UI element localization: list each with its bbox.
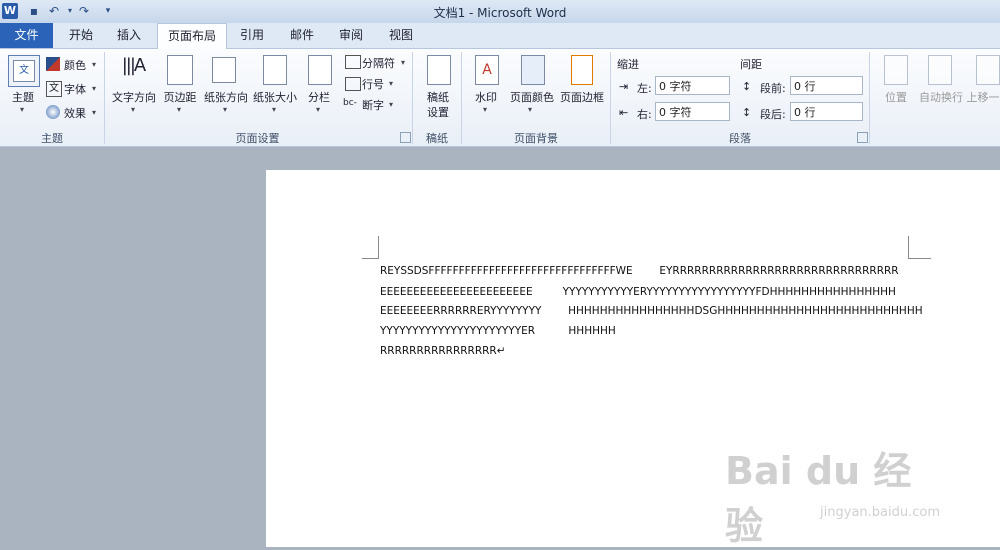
position-button[interactable]: 位置 bbox=[876, 89, 916, 105]
spacing-before-input[interactable]: 0 行 bbox=[790, 76, 863, 95]
colors-icon bbox=[46, 57, 60, 71]
indent-left-icon: ⇥ bbox=[619, 80, 629, 93]
wrap-text-button[interactable]: 自动换行 bbox=[915, 89, 967, 105]
indent-right-icon: ⇤ bbox=[619, 106, 629, 119]
tab-mailings[interactable]: 邮件 bbox=[279, 23, 325, 48]
theme-dropdown-icon[interactable]: ▾ bbox=[20, 105, 24, 114]
margin-corner-top-right bbox=[908, 236, 931, 259]
indent-right-label: 右: bbox=[637, 108, 652, 121]
spacing-before-label: 段前: bbox=[760, 82, 786, 95]
watermark-button[interactable]: 水印 bbox=[468, 89, 504, 105]
indent-left-label: 左: bbox=[637, 82, 652, 95]
line-numbers-icon bbox=[345, 77, 361, 91]
hyphenation-dropdown-icon[interactable]: ▾ bbox=[389, 100, 393, 109]
margins-button[interactable]: 页边距 bbox=[160, 89, 200, 105]
fonts-dropdown-icon[interactable]: ▾ bbox=[92, 84, 96, 93]
manuscript-icon[interactable] bbox=[427, 55, 451, 85]
document-line[interactable]: EEEEEEEERRRRRRERYYYYYYYY HHHHHHHHHHHHHHH… bbox=[380, 305, 923, 317]
baidu-watermark-url: jingyan.baidu.com bbox=[820, 505, 940, 520]
group-label-page-background: 页面背景 bbox=[514, 132, 558, 145]
effects-icon bbox=[46, 105, 60, 119]
indent-right-input[interactable]: 0 字符 bbox=[655, 102, 730, 121]
margins-icon[interactable] bbox=[167, 55, 193, 85]
text-direction-dropdown-icon[interactable]: ▾ bbox=[131, 105, 135, 114]
hyphenation-button[interactable]: 断字 bbox=[362, 97, 384, 113]
margin-corner-top-left bbox=[362, 236, 379, 259]
bring-forward-button[interactable]: 上移一 bbox=[966, 89, 1000, 105]
tab-insert[interactable]: 插入 bbox=[106, 23, 152, 48]
text-direction-icon[interactable]: |||A bbox=[118, 55, 148, 83]
columns-button[interactable]: 分栏 bbox=[302, 89, 336, 105]
tab-review[interactable]: 审阅 bbox=[328, 23, 374, 48]
paragraph-launcher-icon[interactable] bbox=[857, 132, 868, 143]
tab-view[interactable]: 视图 bbox=[378, 23, 424, 48]
tab-page-layout[interactable]: 页面布局 bbox=[157, 23, 227, 49]
size-dropdown-icon[interactable]: ▾ bbox=[272, 105, 276, 114]
fonts-icon: 文 bbox=[46, 81, 62, 97]
tab-home[interactable]: 开始 bbox=[58, 23, 104, 48]
line-numbers-dropdown-icon[interactable]: ▾ bbox=[389, 79, 393, 88]
document-line[interactable]: RRRRRRRRRRRRRRRR↵ bbox=[380, 345, 506, 357]
orientation-icon[interactable] bbox=[212, 57, 236, 83]
colors-button[interactable]: 颜色 bbox=[64, 57, 86, 73]
position-icon[interactable] bbox=[884, 55, 908, 85]
margins-dropdown-icon[interactable]: ▾ bbox=[177, 105, 181, 114]
fonts-button[interactable]: 字体 bbox=[64, 81, 86, 97]
manuscript-button-line1[interactable]: 稿纸 bbox=[418, 89, 458, 105]
size-button[interactable]: 纸张大小 bbox=[251, 89, 299, 105]
page-color-dropdown-icon[interactable]: ▾ bbox=[528, 105, 532, 114]
effects-dropdown-icon[interactable]: ▾ bbox=[92, 108, 96, 117]
watermark-dropdown-icon[interactable]: ▾ bbox=[483, 105, 487, 114]
columns-icon[interactable] bbox=[308, 55, 332, 85]
group-label-page-setup: 页面设置 bbox=[235, 132, 280, 145]
indent-left-input[interactable]: 0 字符 bbox=[655, 76, 730, 95]
page-borders-button[interactable]: 页面边框 bbox=[558, 89, 606, 105]
orientation-dropdown-icon[interactable]: ▾ bbox=[223, 105, 227, 114]
orientation-button[interactable]: 纸张方向 bbox=[202, 89, 250, 105]
document-line[interactable]: EEEEEEEEEEEEEEEEEEEEEEE YYYYYYYYYYYERYYY… bbox=[380, 286, 896, 298]
line-numbers-button[interactable]: 行号 bbox=[362, 76, 384, 92]
window-title: 文档1 - Microsoft Word bbox=[433, 6, 567, 20]
spacing-after-input[interactable]: 0 行 bbox=[790, 102, 863, 121]
spacing-after-label: 段后: bbox=[760, 108, 786, 121]
breaks-icon bbox=[345, 55, 361, 69]
watermark-icon[interactable]: A bbox=[475, 55, 499, 85]
tab-references[interactable]: 引用 bbox=[229, 23, 275, 48]
spacing-title: 间距 bbox=[740, 58, 762, 71]
effects-button[interactable]: 效果 bbox=[64, 105, 86, 121]
wrap-text-icon[interactable] bbox=[928, 55, 952, 85]
group-label-manuscript: 稿纸 bbox=[426, 132, 448, 145]
bring-forward-icon[interactable] bbox=[976, 55, 1000, 85]
spacing-after-icon: ↕ bbox=[742, 106, 752, 119]
spacing-before-icon: ↕ bbox=[742, 80, 752, 93]
page-color-icon[interactable] bbox=[521, 55, 545, 85]
page-color-button[interactable]: 页面颜色 bbox=[506, 89, 558, 105]
breaks-button[interactable]: 分隔符 bbox=[362, 55, 395, 71]
theme-icon[interactable]: 文 bbox=[8, 55, 40, 87]
theme-button-label[interactable]: 主题 bbox=[6, 89, 40, 105]
group-separator bbox=[869, 52, 870, 144]
group-label-paragraph: 段落 bbox=[729, 132, 751, 145]
document-line[interactable]: REYSSDSFFFFFFFFFFFFFFFFFFFFFFFFFFFFFFFWE… bbox=[380, 265, 899, 277]
title-bar: W ▪ ↶ ▾ ↷ ▾ 文档1 - Microsoft Word bbox=[0, 0, 1000, 24]
page-borders-icon[interactable] bbox=[571, 55, 593, 85]
colors-dropdown-icon[interactable]: ▾ bbox=[92, 60, 96, 69]
ribbon-tab-bar: 文件 开始 插入 页面布局 引用 邮件 审阅 视图 bbox=[0, 23, 1000, 49]
columns-dropdown-icon[interactable]: ▾ bbox=[316, 105, 320, 114]
size-icon[interactable] bbox=[263, 55, 287, 85]
document-line[interactable]: YYYYYYYYYYYYYYYYYYYYYYER HHHHHH bbox=[380, 325, 616, 337]
hyphenation-icon: bc- bbox=[343, 98, 357, 108]
tab-file[interactable]: 文件 bbox=[0, 23, 53, 48]
breaks-dropdown-icon[interactable]: ▾ bbox=[401, 58, 405, 67]
indent-title: 缩进 bbox=[617, 58, 639, 71]
page-setup-launcher-icon[interactable] bbox=[400, 132, 411, 143]
manuscript-button-line2[interactable]: 设置 bbox=[418, 104, 458, 120]
group-label-theme: 主题 bbox=[41, 132, 63, 145]
text-direction-button[interactable]: 文字方向 bbox=[110, 89, 158, 105]
